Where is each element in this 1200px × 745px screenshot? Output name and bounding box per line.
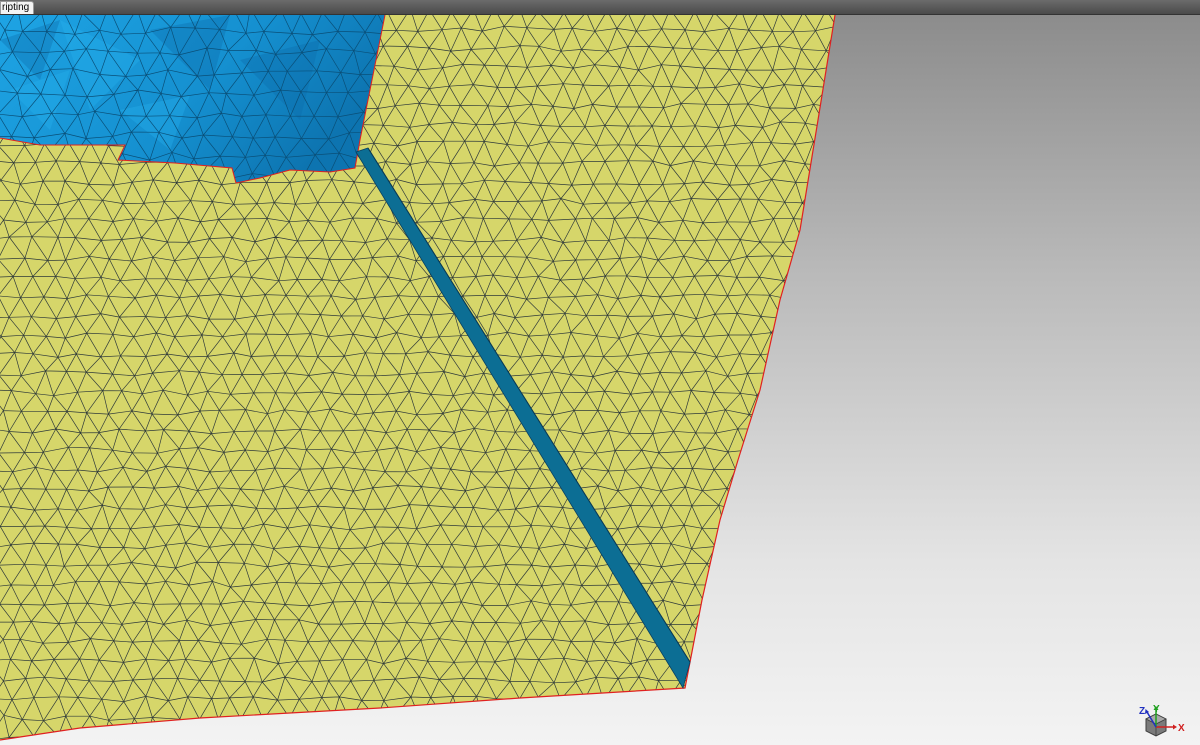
- y-axis-label: Y: [1153, 704, 1160, 715]
- 3d-viewport[interactable]: X Y Z: [0, 15, 1200, 745]
- orientation-triad[interactable]: X Y Z: [1136, 703, 1186, 743]
- mesh-scene: [0, 15, 836, 741]
- z-axis-label: Z: [1139, 706, 1145, 717]
- top-toolbar: ripting: [0, 0, 1200, 15]
- x-axis-label: X: [1178, 723, 1185, 734]
- tab-scripting[interactable]: ripting: [0, 1, 35, 14]
